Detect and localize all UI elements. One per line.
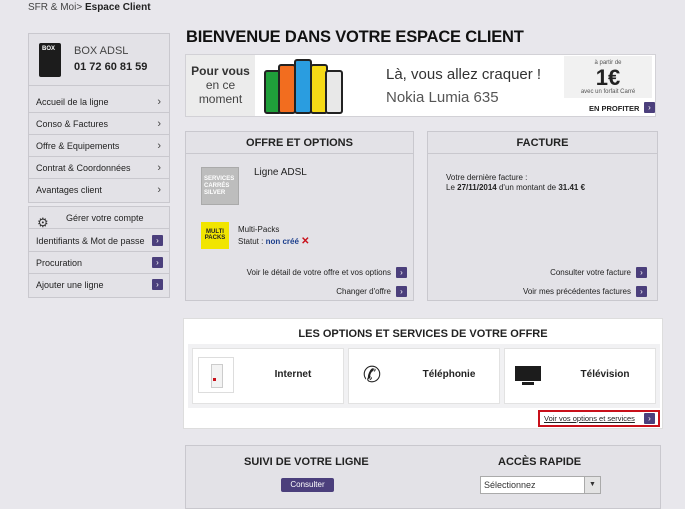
- promo-banner[interactable]: Pour vous en ce moment Là, vous allez cr…: [185, 54, 656, 117]
- tv-icon: [510, 357, 546, 393]
- invoice-panel: FACTURE Votre dernière facture : Le 27/1…: [427, 131, 658, 301]
- arrow-right-icon[interactable]: ›: [396, 286, 407, 297]
- account-header: BOX BOX ADSL 01 72 60 81 59: [29, 34, 169, 86]
- link-offer-detail[interactable]: Voir le détail de votre offre et vos opt…: [247, 268, 391, 277]
- phone-front: [294, 59, 312, 114]
- error-icon: ✕: [301, 236, 310, 247]
- multipacks-logo: MULTI PACKS: [201, 222, 229, 249]
- promo-headline: Là, vous allez craquer !: [386, 66, 542, 83]
- promo-price: à partir de 1€ avec un forfait Carré: [564, 56, 652, 98]
- quick-access-select[interactable]: Sélectionnez ▼: [480, 476, 601, 494]
- services-carres-logo: SERVICES CARRÉS SILVER: [201, 167, 239, 205]
- invoice-title: FACTURE: [428, 132, 657, 154]
- option-label: Télévision: [580, 369, 630, 380]
- box-device-icon: BOX: [39, 43, 61, 77]
- follow-quick-access: SUIVI DE VOTRE LIGNE Consulter ACCÈS RAP…: [185, 445, 661, 509]
- router-icon: [198, 357, 234, 393]
- chevron-down-icon[interactable]: ▼: [584, 477, 600, 493]
- option-card-television[interactable]: Télévision: [504, 348, 656, 404]
- chevron-right-icon: ›: [157, 118, 161, 130]
- product-name: BOX ADSL: [74, 45, 129, 57]
- chevron-right-icon: ›: [157, 140, 161, 152]
- link-change-offer[interactable]: Changer d'offre: [336, 287, 391, 296]
- arrow-right-icon[interactable]: ›: [644, 102, 655, 113]
- invoice-last-label: Votre dernière facture :: [446, 173, 528, 182]
- page-title: BIENVENUE DANS VOTRE ESPACE CLIENT: [186, 28, 524, 46]
- phones-image: [264, 59, 344, 114]
- arrow-right-icon[interactable]: ›: [396, 267, 407, 278]
- arrow-right-icon[interactable]: ›: [152, 257, 163, 268]
- arrow-right-icon[interactable]: ›: [152, 279, 163, 290]
- phone-white: [325, 70, 343, 114]
- link-options-services[interactable]: Voir vos options et services ›: [538, 410, 660, 427]
- account-management-header: ⚙ Gérer votre compte: [29, 207, 169, 230]
- breadcrumb-current: Espace Client: [84, 2, 151, 13]
- breadcrumb: SFR & Moi> Espace Client: [28, 2, 151, 13]
- offer-title: OFFRE ET OPTIONS: [186, 132, 413, 154]
- chevron-right-icon: ›: [157, 162, 161, 174]
- option-label: Téléphonie: [422, 369, 476, 380]
- multipacks-status: Statut : non créé ✕: [238, 236, 310, 247]
- phone-number: 01 72 60 81 59: [74, 61, 148, 73]
- arrow-right-icon[interactable]: ›: [636, 267, 647, 278]
- options-title: LES OPTIONS ET SERVICES DE VOTRE OFFRE: [298, 328, 548, 340]
- offer-panel: OFFRE ET OPTIONS SERVICES CARRÉS SILVER …: [185, 131, 414, 301]
- phone-icon: ✆: [362, 362, 382, 387]
- options-services: LES OPTIONS ET SERVICES DE VOTRE OFFRE I…: [183, 318, 663, 429]
- promo-tagline: Pour vous en ce moment: [186, 55, 255, 116]
- account-box: BOX BOX ADSL 01 72 60 81 59 Accueil de l…: [28, 33, 170, 203]
- chevron-right-icon: ›: [157, 184, 161, 196]
- link-previous-invoices[interactable]: Voir mes précédentes factures: [523, 287, 631, 296]
- chevron-right-icon: ›: [157, 96, 161, 108]
- arrow-right-icon[interactable]: ›: [636, 286, 647, 297]
- breadcrumb-parent[interactable]: SFR & Moi: [28, 2, 76, 13]
- follow-title: SUIVI DE VOTRE LIGNE: [244, 456, 369, 468]
- line-name: Ligne ADSL: [254, 167, 307, 178]
- promo-product: Nokia Lumia 635: [386, 89, 499, 106]
- option-card-internet[interactable]: Internet: [192, 348, 344, 404]
- account-item-ajouter[interactable]: Ajouter une ligne ›: [29, 274, 169, 296]
- breadcrumb-separator: >: [76, 2, 83, 13]
- link-consult-invoice[interactable]: Consulter votre facture: [550, 268, 631, 277]
- arrow-right-icon[interactable]: ›: [152, 235, 163, 246]
- sidebar-item-offre[interactable]: Offre & Equipements ›: [29, 135, 169, 157]
- option-label: Internet: [274, 369, 312, 380]
- sidebar-item-conso[interactable]: Conso & Factures ›: [29, 113, 169, 135]
- quick-access-title: ACCÈS RAPIDE: [498, 456, 582, 468]
- account-management: ⚙ Gérer votre compte Identifiants & Mot …: [28, 206, 170, 298]
- invoice-details: Le 27/11/2014 d'un montant de 31.41 €: [446, 183, 586, 192]
- promo-cta[interactable]: EN PROFITER: [589, 104, 639, 113]
- sidebar-item-contrat[interactable]: Contrat & Coordonnées ›: [29, 157, 169, 179]
- option-card-telephonie[interactable]: ✆ Téléphonie: [348, 348, 500, 404]
- arrow-right-icon[interactable]: ›: [644, 413, 655, 424]
- account-item-procuration[interactable]: Procuration ›: [29, 252, 169, 274]
- sidebar-item-accueil[interactable]: Accueil de la ligne ›: [29, 91, 169, 113]
- consult-button[interactable]: Consulter: [281, 478, 334, 492]
- sidebar-item-avantages[interactable]: Avantages client ›: [29, 179, 169, 201]
- multipacks-label: Multi-Packs: [238, 225, 280, 234]
- account-item-identifiants[interactable]: Identifiants & Mot de passe ›: [29, 230, 169, 252]
